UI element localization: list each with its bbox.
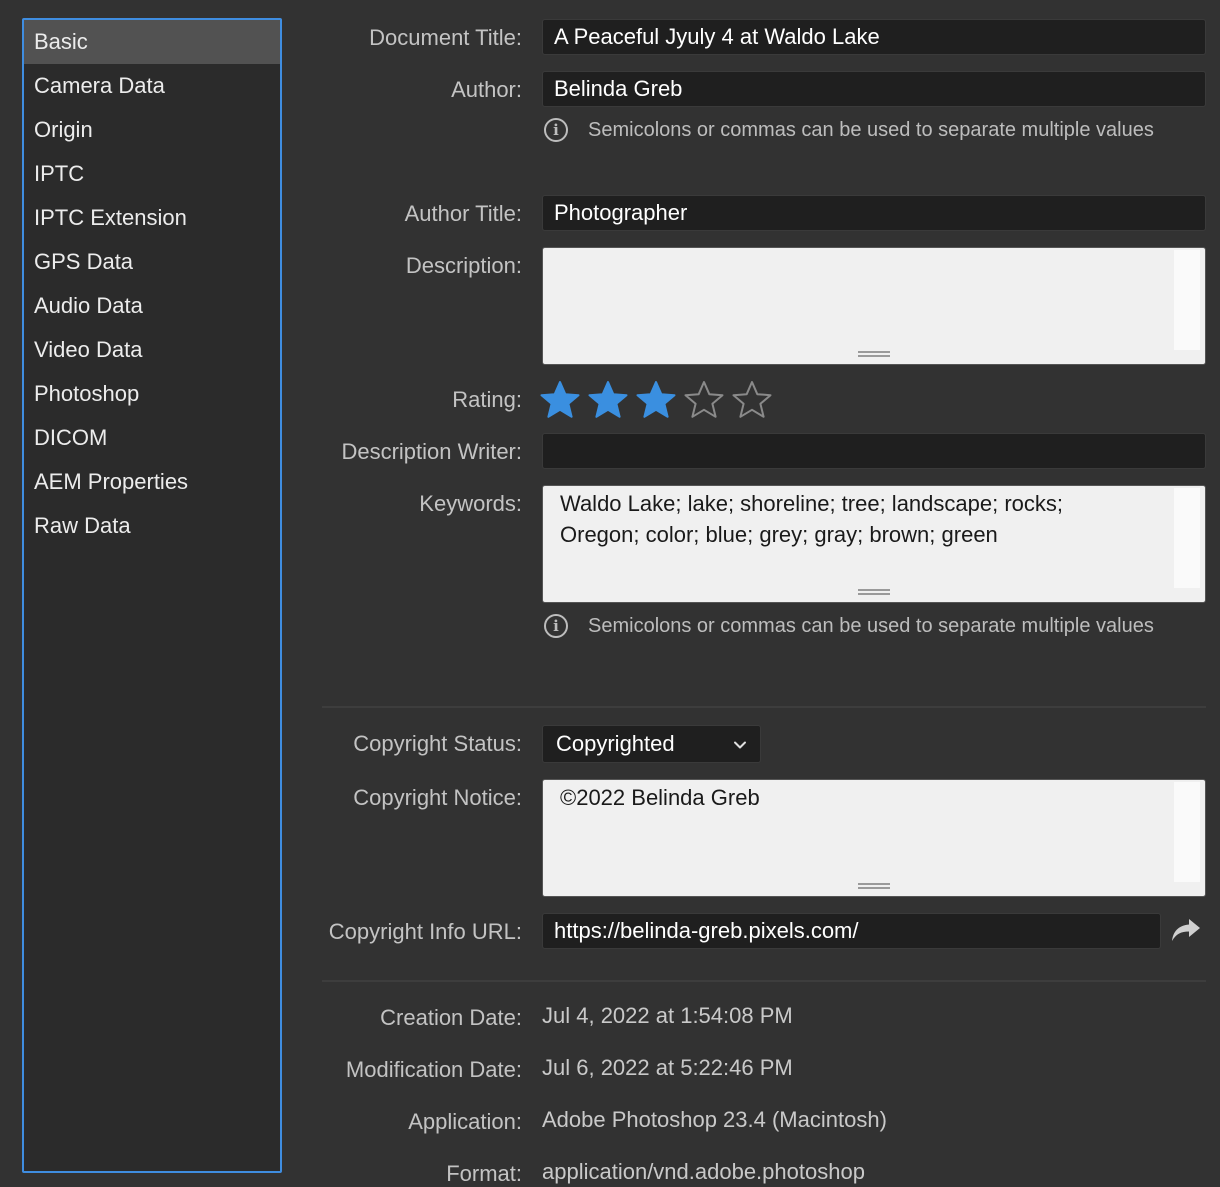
- description-textarea[interactable]: [542, 247, 1206, 365]
- sidebar-item-iptc-extension[interactable]: IPTC Extension: [24, 196, 280, 240]
- chevron-down-icon: [734, 741, 746, 749]
- resize-grip-icon[interactable]: [858, 351, 890, 357]
- star-filled-icon[interactable]: [588, 380, 628, 420]
- application-value: Adobe Photoshop 23.4 (Macintosh): [542, 1107, 887, 1132]
- category-sidebar: Basic Camera Data Origin IPTC IPTC Exten…: [22, 18, 282, 1173]
- sidebar-item-raw-data[interactable]: Raw Data: [24, 504, 280, 548]
- description-writer-input[interactable]: [542, 433, 1206, 469]
- sidebar-item-aem-properties[interactable]: AEM Properties: [24, 460, 280, 504]
- star-empty-icon[interactable]: [684, 380, 724, 420]
- sidebar-item-audio-data[interactable]: Audio Data: [24, 284, 280, 328]
- resize-grip-icon[interactable]: [858, 589, 890, 595]
- keywords-scrollbar[interactable]: [1174, 488, 1200, 588]
- sidebar-item-gps-data[interactable]: GPS Data: [24, 240, 280, 284]
- copyright-url-label: Copyright Info URL:: [328, 919, 522, 944]
- rating-label: Rating:: [452, 387, 522, 412]
- keywords-textarea[interactable]: Waldo Lake; lake; shoreline; tree; lands…: [542, 485, 1206, 603]
- document-title-label: Document Title:: [369, 25, 522, 50]
- creation-date-label: Creation Date:: [380, 1005, 522, 1030]
- keywords-hint-text: Semicolons or commas can be used to sepa…: [588, 614, 1154, 637]
- description-label: Description:: [405, 253, 522, 278]
- open-url-icon[interactable]: [1170, 916, 1202, 944]
- author-title-input[interactable]: Photographer: [542, 195, 1206, 231]
- sidebar-item-origin[interactable]: Origin: [24, 108, 280, 152]
- star-filled-icon[interactable]: [540, 380, 580, 420]
- sidebar-item-dicom[interactable]: DICOM: [24, 416, 280, 460]
- resize-grip-icon[interactable]: [858, 883, 890, 889]
- sidebar-item-basic[interactable]: Basic: [24, 20, 280, 64]
- keywords-hint: i Semicolons or commas can be used to se…: [544, 614, 1154, 638]
- format-value: application/vnd.adobe.photoshop: [542, 1159, 865, 1184]
- description-scrollbar[interactable]: [1174, 250, 1200, 350]
- copyright-status-select[interactable]: Copyrighted: [542, 725, 761, 763]
- copyright-notice-label: Copyright Notice:: [353, 785, 522, 810]
- sidebar-item-photoshop[interactable]: Photoshop: [24, 372, 280, 416]
- sidebar-item-camera-data[interactable]: Camera Data: [24, 64, 280, 108]
- info-icon: i: [544, 614, 568, 638]
- section-divider: [322, 706, 1206, 708]
- rating-stars[interactable]: [540, 380, 780, 420]
- application-label: Application:: [408, 1109, 522, 1134]
- keywords-label: Keywords:: [419, 491, 522, 516]
- description-writer-label: Description Writer:: [341, 439, 522, 464]
- copyright-url-input[interactable]: https://belinda-greb.pixels.com/: [542, 913, 1161, 949]
- copyright-notice-text: ©2022 Belinda Greb: [560, 785, 760, 810]
- author-title-label: Author Title:: [404, 201, 522, 226]
- document-title-input[interactable]: A Peaceful Jyuly 4 at Waldo Lake: [542, 19, 1206, 55]
- star-empty-icon[interactable]: [732, 380, 772, 420]
- copyright-status-value: Copyrighted: [556, 731, 675, 756]
- modification-date-value: Jul 6, 2022 at 5:22:46 PM: [542, 1055, 793, 1080]
- star-filled-icon[interactable]: [636, 380, 676, 420]
- copyright-status-label: Copyright Status:: [353, 731, 522, 756]
- copyright-notice-scrollbar[interactable]: [1174, 782, 1200, 882]
- keywords-text: Waldo Lake; lake; shoreline; tree; lands…: [560, 491, 1064, 547]
- sidebar-item-video-data[interactable]: Video Data: [24, 328, 280, 372]
- format-label: Format:: [446, 1161, 522, 1186]
- info-icon: i: [544, 118, 568, 142]
- creation-date-value: Jul 4, 2022 at 1:54:08 PM: [542, 1003, 793, 1028]
- author-hint-text: Semicolons or commas can be used to sepa…: [588, 118, 1154, 141]
- author-label: Author:: [451, 77, 522, 102]
- modification-date-label: Modification Date:: [345, 1057, 522, 1082]
- author-input[interactable]: Belinda Greb: [542, 71, 1206, 107]
- copyright-notice-textarea[interactable]: ©2022 Belinda Greb: [542, 779, 1206, 897]
- section-divider: [322, 980, 1206, 982]
- author-hint: i Semicolons or commas can be used to se…: [544, 118, 1154, 142]
- sidebar-item-iptc[interactable]: IPTC: [24, 152, 280, 196]
